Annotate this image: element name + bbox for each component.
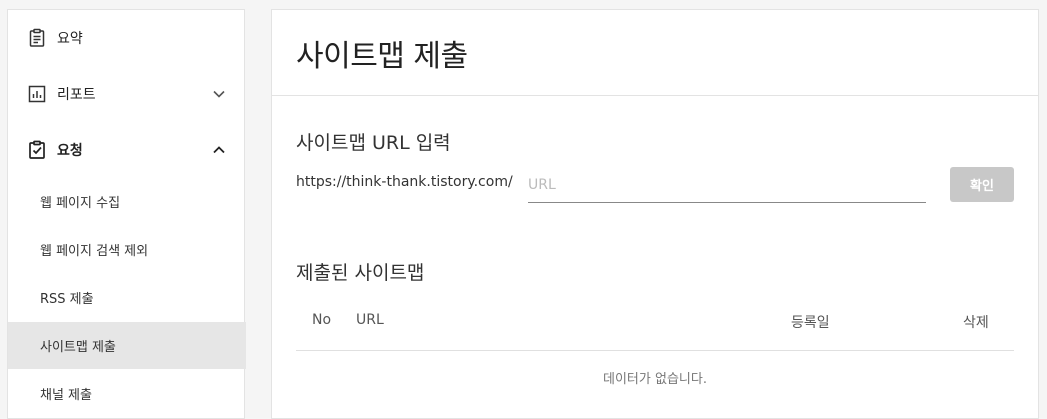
sidebar-item-report[interactable]: 리포트 xyxy=(8,66,246,122)
sitemap-url-form: https://think-thank.tistory.com/ 확인 xyxy=(296,167,1014,203)
sidebar-subitem-web-page-exclude[interactable]: 웹 페이지 검색 제외 xyxy=(8,226,246,273)
confirm-button[interactable]: 확인 xyxy=(950,167,1014,202)
submitted-sitemaps-title: 제출된 사이트맵 xyxy=(296,262,425,284)
clipboard-icon xyxy=(26,27,48,49)
sidebar-item-request[interactable]: 요청 xyxy=(8,122,246,178)
url-prefix: https://think-thank.tistory.com/ xyxy=(296,174,513,190)
clipboard-check-icon xyxy=(26,139,48,161)
sidebar-subitem-sitemap-submit[interactable]: 사이트맵 제출 xyxy=(8,322,246,369)
page-header: 사이트맵 제출 xyxy=(272,10,1038,96)
column-header-url: URL xyxy=(356,312,384,328)
sitemap-table-header: No URL 등록일 삭제 xyxy=(296,306,1014,351)
sitemap-url-input[interactable] xyxy=(528,167,926,203)
sidebar-subitem-label: 웹 페이지 수집 xyxy=(40,196,121,211)
chevron-down-icon xyxy=(212,87,226,101)
sidebar-item-label: 요청 xyxy=(57,143,83,159)
sidebar-subitem-label: RSS 제출 xyxy=(40,292,94,307)
sidebar-subitem-label: 웹 페이지 검색 제외 xyxy=(40,244,149,259)
empty-table-message: 데이터가 없습니다. xyxy=(603,372,707,387)
sidebar-subitem-web-page-collect[interactable]: 웹 페이지 수집 xyxy=(8,178,246,225)
sidebar-item-label: 요약 xyxy=(57,31,83,47)
chevron-up-icon xyxy=(212,143,226,157)
column-header-no: No xyxy=(312,312,332,328)
sidebar-subitem-rss-submit[interactable]: RSS 제출 xyxy=(8,274,246,321)
sidebar-subitem-channel-submit[interactable]: 채널 제출 xyxy=(8,370,246,417)
sidebar-item-summary[interactable]: 요약 xyxy=(8,10,246,66)
page-title: 사이트맵 제출 xyxy=(296,38,468,74)
sidebar: 요약 리포트 요청 웹 페이지 수집 웹 페이지 검색 제외 RSS 제출 사이… xyxy=(7,9,246,419)
column-header-date: 등록일 xyxy=(791,315,830,331)
sidebar-item-label: 리포트 xyxy=(57,87,96,103)
sidebar-subitem-label: 사이트맵 제출 xyxy=(40,340,116,355)
sitemap-url-section-title: 사이트맵 URL 입력 xyxy=(296,132,451,154)
main-panel: 사이트맵 제출 사이트맵 URL 입력 https://think-thank.… xyxy=(271,9,1039,419)
bar-chart-icon xyxy=(26,83,48,105)
sidebar-subitem-label: 채널 제출 xyxy=(40,388,92,403)
column-header-delete: 삭제 xyxy=(963,315,989,331)
